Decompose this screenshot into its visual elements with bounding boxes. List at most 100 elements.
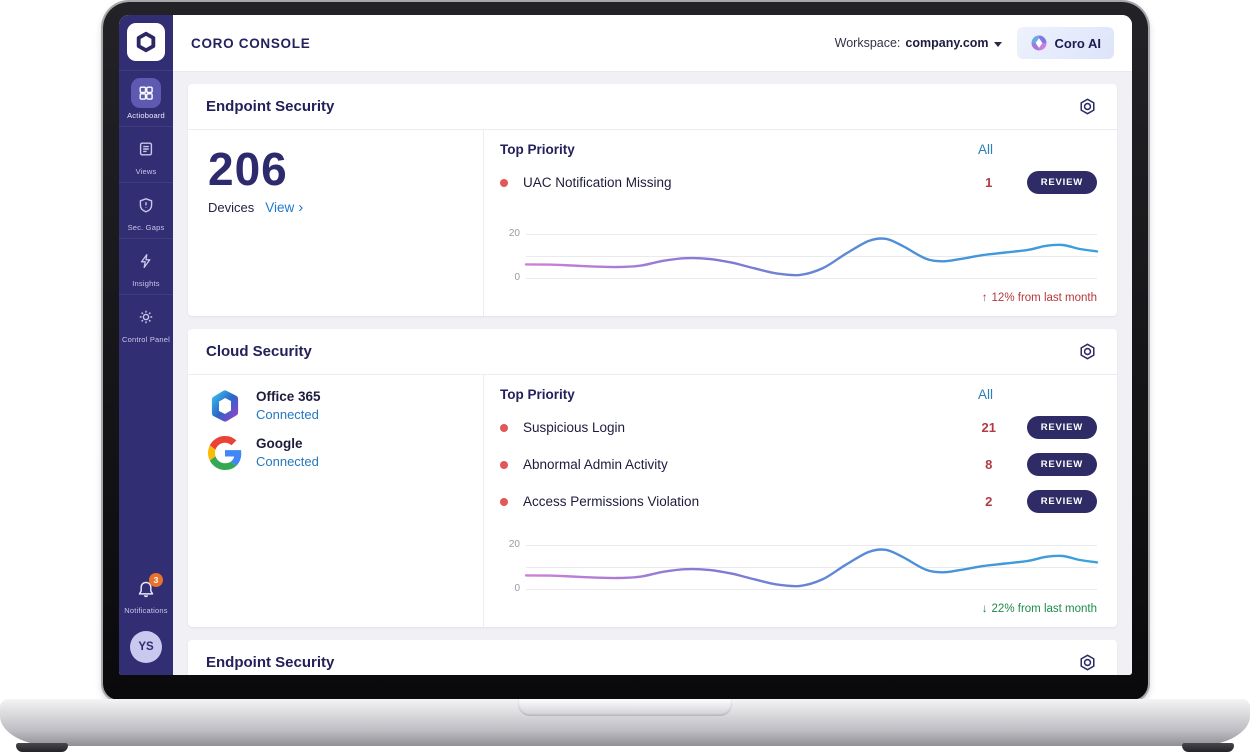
sidebar-item-views[interactable]: Views <box>119 126 173 182</box>
sidebar-item-label: Sec. Gaps <box>127 223 165 232</box>
chart-line-path <box>526 230 1097 282</box>
coro-ai-icon <box>1031 35 1047 51</box>
all-link[interactable]: All <box>978 142 993 157</box>
trend-arrow-icon: ↑ <box>981 292 988 304</box>
sidebar-item-insights[interactable]: Insights <box>119 238 173 294</box>
settings-hex-icon <box>1080 654 1095 671</box>
top-priority-title: Top Priority <box>500 387 575 402</box>
caret-down-icon <box>993 41 1002 47</box>
alert-dot-icon <box>500 460 508 469</box>
views-icon <box>131 134 161 164</box>
service-info: Google Connected <box>256 436 319 469</box>
workspace-selector[interactable]: Workspace: company.com <box>835 36 1002 50</box>
priority-count: 8 <box>985 457 993 472</box>
trend-chart: 20 0 ↑ 12% from last month <box>500 228 1097 304</box>
office-365-logo <box>211 390 239 422</box>
service-status-link[interactable]: Connected <box>256 407 321 422</box>
card-header: Cloud Security <box>188 329 1117 375</box>
app-window: Actioboard Views Sec. Gaps Insights Cont… <box>119 15 1132 675</box>
hexagon-logo-icon <box>136 31 156 53</box>
devices-label: Devices <box>208 199 255 215</box>
top-priority-panel: Top Priority All UAC Notification Missin… <box>484 130 1117 316</box>
user-avatar[interactable]: YS <box>130 631 162 663</box>
sidebar-item-sec-gaps[interactable]: Sec. Gaps <box>119 182 173 238</box>
card-settings-button[interactable] <box>1076 340 1099 363</box>
gear-icon <box>131 302 161 332</box>
y-tick-label: 0 <box>514 272 520 283</box>
card-title: Endpoint Security <box>206 98 335 115</box>
dashboard-content: Endpoint Security 206 Devices View › Top… <box>173 72 1132 675</box>
sidebar: Actioboard Views Sec. Gaps Insights Cont… <box>119 15 173 675</box>
line-chart: 20 0 <box>500 228 1097 284</box>
priority-row: Abnormal Admin Activity 8 REVIEW <box>500 453 1097 476</box>
view-link-label: View <box>265 199 295 215</box>
card-body: Office 365 Connected Google Connected To… <box>188 375 1117 627</box>
trend-arrow-icon: ↓ <box>981 603 988 615</box>
coro-ai-button[interactable]: Coro AI <box>1016 27 1114 59</box>
trend-chart: 20 0 ↓ 22% from last month <box>500 539 1097 615</box>
alert-dot-icon <box>500 178 508 187</box>
card-settings-button[interactable] <box>1076 651 1099 674</box>
connected-services-panel: Office 365 Connected Google Connected <box>188 375 484 627</box>
sidebar-item-control-panel[interactable]: Control Panel <box>119 294 173 350</box>
priority-count: 1 <box>985 175 993 190</box>
card-header: Endpoint Security <box>188 640 1117 675</box>
trend-footer: ↓ 22% from last month <box>500 603 1097 615</box>
laptop-base <box>0 699 1250 746</box>
laptop-foot <box>1182 743 1234 752</box>
coro-logo[interactable] <box>127 23 165 61</box>
app-title: CORO CONSOLE <box>191 35 311 51</box>
priority-count: 2 <box>985 494 993 509</box>
devices-stat-panel: 206 Devices View › <box>188 130 484 316</box>
shield-icon <box>131 190 161 220</box>
lightning-icon <box>131 246 161 276</box>
alert-dot-icon <box>500 423 508 432</box>
bell-icon: 3 <box>137 573 163 603</box>
settings-hex-icon <box>1080 98 1095 115</box>
y-tick-label: 20 <box>508 539 520 550</box>
y-tick-label: 20 <box>508 228 520 239</box>
service-office-365: Office 365 Connected <box>208 389 463 423</box>
view-link[interactable]: View › <box>265 200 303 215</box>
card-title: Endpoint Security <box>206 654 335 671</box>
sidebar-item-label: Notifications <box>124 606 168 615</box>
review-button[interactable]: REVIEW <box>1026 416 1097 439</box>
top-priority-panel: Top Priority All Suspicious Login 21 REV… <box>484 375 1117 627</box>
priority-label: Suspicious Login <box>523 420 626 435</box>
card-endpoint-security-2: Endpoint Security <box>188 640 1117 675</box>
priority-count: 21 <box>981 420 996 435</box>
trend-footer: ↑ 12% from last month <box>500 292 1097 304</box>
laptop-bezel: Actioboard Views Sec. Gaps Insights Cont… <box>103 2 1148 700</box>
all-link[interactable]: All <box>978 387 993 402</box>
sidebar-item-label: Control Panel <box>121 335 171 344</box>
review-button[interactable]: REVIEW <box>1026 171 1097 194</box>
laptop-notch <box>518 699 732 716</box>
card-settings-button[interactable] <box>1076 95 1099 118</box>
review-button[interactable]: REVIEW <box>1026 453 1097 476</box>
coro-ai-label: Coro AI <box>1054 35 1101 51</box>
priority-label: UAC Notification Missing <box>523 175 672 190</box>
card-body: 206 Devices View › Top Priority All UAC … <box>188 130 1117 316</box>
priority-row: Suspicious Login 21 REVIEW <box>500 416 1097 439</box>
service-status-link[interactable]: Connected <box>256 454 319 469</box>
devices-stat-row: Devices View › <box>208 200 463 215</box>
sidebar-item-actioboard[interactable]: Actioboard <box>119 70 173 126</box>
top-priority-header: Top Priority All <box>500 387 1097 402</box>
chart-line-path <box>526 541 1097 593</box>
review-button[interactable]: REVIEW <box>1026 490 1097 513</box>
notification-badge: 3 <box>149 573 163 587</box>
priority-row: UAC Notification Missing 1 REVIEW <box>500 171 1097 194</box>
main-area: CORO CONSOLE Workspace: company.com Coro… <box>173 15 1132 675</box>
workspace-value: company.com <box>905 36 989 50</box>
service-name: Office 365 <box>256 389 321 404</box>
top-bar-right: Workspace: company.com Coro AI <box>835 27 1114 59</box>
trend-text: 22% from last month <box>991 603 1097 615</box>
card-endpoint-security: Endpoint Security 206 Devices View › Top… <box>188 84 1117 316</box>
priority-label: Access Permissions Violation <box>523 494 700 509</box>
alert-dot-icon <box>500 497 508 506</box>
sidebar-item-label: Insights <box>132 279 160 288</box>
devices-count: 206 <box>208 143 288 195</box>
trend-text: 12% from last month <box>991 292 1097 304</box>
sidebar-item-notifications[interactable]: 3 Notifications <box>119 573 173 621</box>
card-cloud-security: Cloud Security Office 365 Connected Goog… <box>188 329 1117 627</box>
